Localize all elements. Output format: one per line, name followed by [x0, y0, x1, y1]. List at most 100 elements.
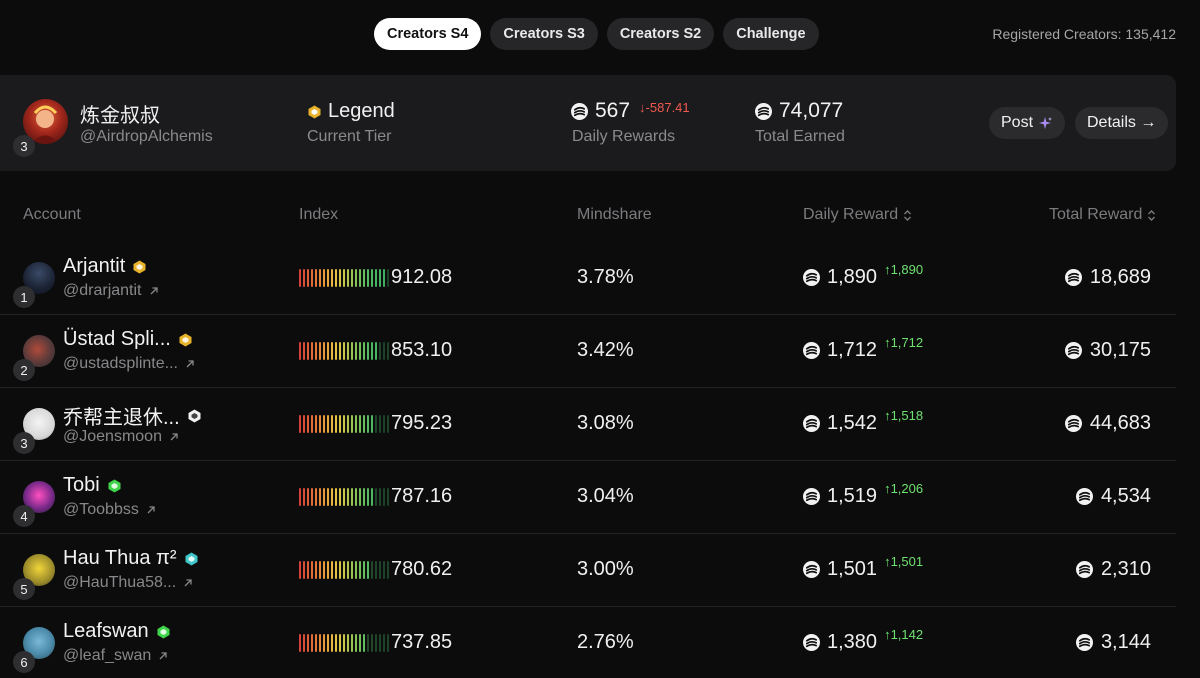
index-bar-segment [347, 269, 349, 287]
sort-icon[interactable] [1147, 209, 1156, 222]
index-bar-segment [367, 415, 369, 433]
creator-handle-label: @leaf_swan [63, 647, 152, 664]
index-bar-segment [323, 488, 325, 506]
index-bar-segment [387, 415, 389, 433]
index-bar-segment [299, 415, 301, 433]
token-icon [803, 269, 820, 286]
index-bar-segment [311, 342, 313, 360]
tab-creators-s4[interactable]: Creators S4 [374, 18, 482, 50]
index-bar-segment [375, 488, 377, 506]
index-bar-segment [363, 342, 365, 360]
daily-reward-delta: ↑1,518 [884, 408, 924, 423]
index-bar-segment [379, 342, 381, 360]
index-bar-segment [327, 488, 329, 506]
index-bar-segment [383, 561, 385, 579]
external-link-icon[interactable] [184, 358, 196, 370]
index-bar-segment [331, 561, 333, 579]
token-icon [1075, 634, 1093, 651]
index-bar-segment [307, 561, 309, 579]
creator-name[interactable]: Arjantit [63, 255, 146, 278]
external-link-icon[interactable] [145, 504, 157, 516]
index-bar-segment [383, 634, 385, 652]
index-bar-segment [303, 488, 305, 506]
index-bar-segment [379, 415, 381, 433]
index-bar-segment [371, 342, 373, 360]
index-bar-segment [327, 415, 329, 433]
index-bar-segment [379, 634, 381, 652]
index-bar-segment [331, 415, 333, 433]
season-tabs: Creators S4 Creators S3 Creators S2 Chal… [374, 18, 819, 50]
index-bar-segment [351, 342, 353, 360]
index-value: 853.10 [391, 339, 453, 361]
table-row[interactable]: 2 Üstad Spli... @ustadsplinte... 853.10 3.42… [0, 315, 1176, 388]
external-link-icon[interactable] [157, 650, 169, 662]
creator-name[interactable]: Leafswan [63, 620, 170, 643]
index-bar-segment [363, 561, 365, 579]
index-bar-segment [319, 561, 321, 579]
header-account-label: Account [23, 206, 81, 223]
index-value: 787.16 [391, 485, 453, 507]
tab-challenge[interactable]: Challenge [723, 18, 819, 50]
index-bar-segment [303, 634, 305, 652]
creator-name[interactable]: 乔帮主退休... [63, 401, 201, 430]
external-link-icon[interactable] [182, 577, 194, 589]
creator-handle[interactable]: @Toobbss [63, 501, 157, 519]
index-bar-segment [315, 561, 317, 579]
daily-reward-value: 1,501 [827, 558, 878, 580]
daily-rewards-label: Daily Rewards [572, 128, 676, 145]
token-icon [1064, 269, 1082, 286]
table-row[interactable]: 5 Hau Thua π² @HauThua58... 780.62 3.00% 1,50… [0, 534, 1176, 607]
sort-icon[interactable] [903, 209, 912, 222]
table-row[interactable]: 6 Leafswan @leaf_swan 737.85 2.76% 1,380 ↑1,14… [0, 607, 1176, 678]
creator-handle[interactable]: @drarjantit [63, 282, 160, 300]
index-bar-segment [339, 488, 341, 506]
external-link-icon[interactable] [148, 285, 160, 297]
creator-handle[interactable]: @Joensmoon [63, 428, 180, 446]
index-bar-segment [327, 342, 329, 360]
verified-badge-icon [179, 333, 192, 346]
post-button[interactable]: Post [989, 107, 1066, 139]
index-bar-segment [363, 269, 365, 287]
index-bar-segment [307, 634, 309, 652]
daily-reward: 1,712 ↑1,712 [803, 335, 923, 362]
index-bar-segment [339, 415, 341, 433]
index-bar-segment [355, 634, 357, 652]
creator-handle[interactable]: @HauThua58... [63, 574, 194, 592]
index-bar-segment [331, 342, 333, 360]
creator-name[interactable]: Üstad Spli... [63, 328, 192, 351]
index-bar-segment [331, 634, 333, 652]
mindshare-value: 2.76% [577, 631, 634, 653]
creator-name[interactable]: Hau Thua π² [63, 547, 198, 570]
total-reward: 44,683 [1064, 412, 1151, 435]
table-row[interactable]: 1 Arjantit @drarjantit 912.08 3.78% 1,890 ↑1,8… [0, 242, 1176, 315]
external-link-icon[interactable] [168, 431, 180, 443]
daily-reward-value: 1,380 [827, 631, 878, 653]
my-handle[interactable]: @AirdropAlchemis [80, 128, 213, 146]
index-bar-segment [347, 415, 349, 433]
index-bar-segment [307, 342, 309, 360]
creator-handle[interactable]: @leaf_swan [63, 647, 169, 665]
header-daily-reward[interactable]: Daily Reward [803, 206, 912, 224]
index-bar-segment [311, 415, 313, 433]
index-bar-segment [359, 561, 361, 579]
tab-creators-s2[interactable]: Creators S2 [606, 18, 715, 50]
sparkle-icon [1039, 116, 1053, 129]
index-bar-segment [315, 634, 317, 652]
token-icon [1064, 342, 1082, 359]
daily-reward-delta: ↑1,206 [884, 481, 924, 496]
table-row[interactable]: 4 Tobi @Toobbss 787.16 3.04% 1,519 ↑1,206 4,534 [0, 461, 1176, 534]
header-total-reward[interactable]: Total Reward [1049, 206, 1156, 224]
creator-handle[interactable]: @ustadsplinte... [63, 355, 196, 373]
index-bar-segment [323, 634, 325, 652]
index-bar-segment [323, 342, 325, 360]
index-bar-segment [359, 488, 361, 506]
table-row[interactable]: 3 乔帮主退休... @Joensmoon 795.23 3.08% 1,542 ↑1,51… [0, 388, 1176, 461]
creator-name[interactable]: Tobi [63, 474, 121, 497]
index-bar-segment [351, 561, 353, 579]
details-button[interactable]: Details → [1075, 107, 1169, 139]
index-bar-segment [359, 415, 361, 433]
verified-badge-icon [188, 409, 201, 422]
tab-creators-s3[interactable]: Creators S3 [490, 18, 598, 50]
index-bar-segment [307, 488, 309, 506]
index-bar-segment [359, 342, 361, 360]
